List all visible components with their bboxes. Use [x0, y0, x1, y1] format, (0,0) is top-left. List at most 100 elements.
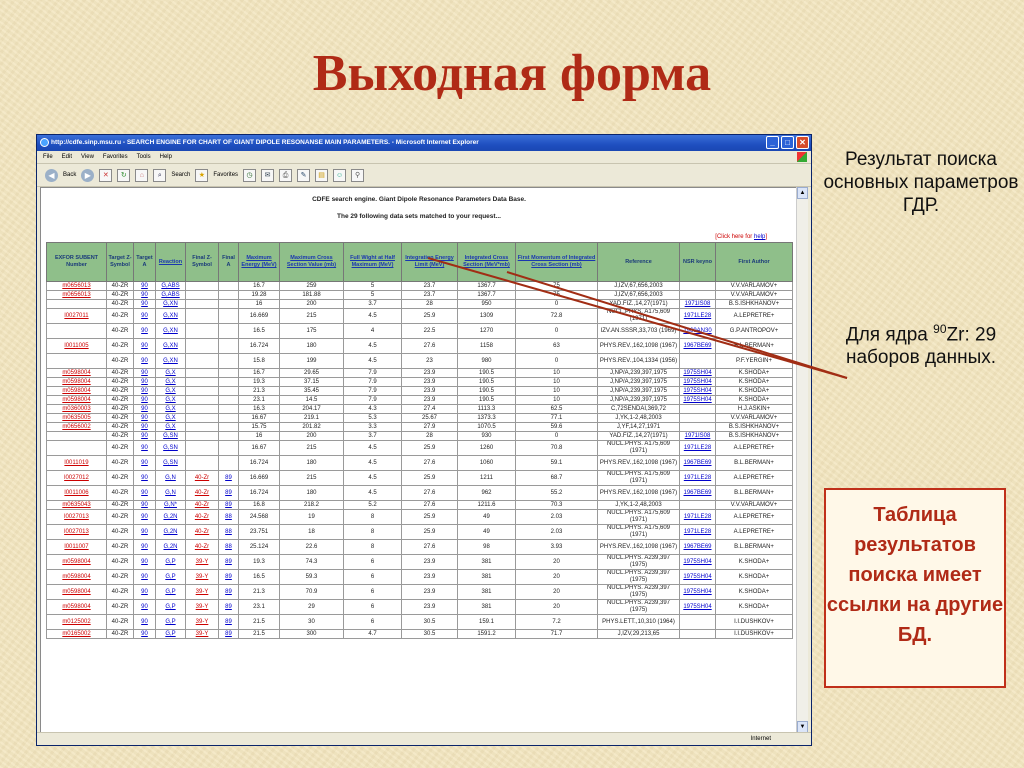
cell-link[interactable]: 90 — [141, 301, 148, 307]
search-icon[interactable]: ⌕ — [153, 168, 167, 182]
cell-link[interactable]: 1967BE69 — [683, 544, 711, 550]
cell-link[interactable]: G,SN — [163, 433, 178, 439]
maximize-button[interactable]: □ — [781, 136, 794, 149]
menu-file[interactable]: File — [43, 151, 53, 163]
cell-link[interactable]: 90 — [141, 475, 148, 481]
cell-link[interactable]: 40-Zr — [195, 475, 209, 481]
cell-link[interactable]: l0011005 — [64, 343, 88, 349]
mail-icon[interactable]: ✉ — [261, 168, 275, 182]
cell-link[interactable]: G,X — [165, 424, 175, 430]
cell-link[interactable]: 90 — [141, 619, 148, 625]
cell-link[interactable]: 1975SH04 — [683, 388, 711, 394]
column-header[interactable]: Maximum Energy (MeV) — [238, 242, 280, 282]
cell-link[interactable]: 89 — [225, 631, 232, 637]
cell-link[interactable]: l0027012 — [64, 475, 89, 481]
cell-link[interactable]: 39-Y — [196, 631, 209, 637]
cell-link[interactable]: 90 — [141, 544, 148, 550]
cell-link[interactable]: G,2N — [163, 514, 177, 520]
close-button[interactable]: ✕ — [796, 136, 809, 149]
cell-link[interactable]: 1971LE28 — [684, 514, 711, 520]
cell-link[interactable]: G,XN — [163, 343, 178, 349]
cell-link[interactable]: 90 — [141, 406, 148, 412]
cell-link[interactable]: 88 — [225, 529, 232, 535]
cell-link[interactable]: m0598004 — [62, 604, 90, 610]
cell-link[interactable]: m0598004 — [62, 388, 90, 394]
cell-link[interactable]: m0656013 — [62, 283, 90, 289]
cell-link[interactable]: 40-Zr — [195, 502, 209, 508]
cell-link[interactable]: 1967BE69 — [683, 460, 711, 466]
cell-link[interactable]: 90 — [141, 415, 148, 421]
home-icon[interactable]: ⌂ — [135, 168, 149, 182]
folder-icon[interactable]: ▤ — [315, 168, 329, 182]
cell-link[interactable]: 39-Y — [196, 559, 209, 565]
cell-link[interactable]: 90 — [141, 514, 148, 520]
research-icon[interactable]: ⚲ — [351, 168, 365, 182]
cell-link[interactable]: 90 — [141, 379, 148, 385]
cell-link[interactable]: 90 — [141, 445, 148, 451]
cell-link[interactable]: 1975SH04 — [683, 589, 711, 595]
cell-link[interactable]: l0027011 — [64, 313, 88, 319]
cell-link[interactable]: 1971LE28 — [684, 475, 711, 481]
cell-link[interactable]: G,N — [165, 490, 176, 496]
cell-link[interactable]: m0598004 — [62, 574, 90, 580]
cell-link[interactable]: m0598004 — [62, 559, 90, 565]
cell-link[interactable]: l0011007 — [64, 544, 88, 550]
column-header[interactable]: First Momentum of Integrated Cross Secti… — [515, 242, 598, 282]
cell-link[interactable]: G,N* — [164, 502, 177, 508]
cell-link[interactable]: 90 — [141, 631, 148, 637]
cell-link[interactable]: G,P — [165, 631, 175, 637]
cell-link[interactable]: G,ABS — [161, 292, 179, 298]
favorites-label[interactable]: Favorites — [213, 172, 238, 178]
cell-link[interactable]: 90 — [141, 313, 148, 319]
cell-link[interactable]: G,XN — [163, 313, 178, 319]
column-header[interactable]: Full Wight at Half Maximum (MeV) — [343, 242, 402, 282]
cell-link[interactable]: 90 — [141, 397, 148, 403]
cell-link[interactable]: 89 — [225, 574, 232, 580]
cell-link[interactable]: 88 — [225, 544, 232, 550]
print-icon[interactable]: ⎙ — [279, 168, 293, 182]
cell-link[interactable]: 89 — [225, 604, 232, 610]
cell-link[interactable]: 1967BE69 — [683, 343, 711, 349]
cell-link[interactable]: 89 — [225, 502, 232, 508]
cell-link[interactable]: 90 — [141, 283, 148, 289]
cell-link[interactable]: l0027013 — [64, 529, 89, 535]
cell-link[interactable]: 90 — [141, 574, 148, 580]
cell-link[interactable]: 39-Y — [196, 589, 209, 595]
cell-link[interactable]: G,2N — [163, 529, 177, 535]
cell-link[interactable]: 90 — [141, 502, 148, 508]
cell-link[interactable]: 1971IS08 — [685, 301, 711, 307]
scroll-up-icon[interactable]: ▲ — [797, 187, 808, 199]
cell-link[interactable]: 1969AN30 — [683, 328, 711, 334]
cell-link[interactable]: G,X — [165, 415, 175, 421]
cell-link[interactable]: G,XN — [163, 301, 178, 307]
cell-link[interactable]: 1975SH04 — [683, 379, 711, 385]
cell-link[interactable]: m0360003 — [62, 406, 90, 412]
cell-link[interactable]: 39-Y — [196, 574, 209, 580]
cell-link[interactable]: l0011006 — [64, 490, 88, 496]
cell-link[interactable]: 39-Y — [196, 619, 209, 625]
cell-link[interactable]: 1971IS08 — [685, 433, 711, 439]
cell-link[interactable]: m0598004 — [62, 397, 90, 403]
cell-link[interactable]: G,X — [165, 370, 175, 376]
cell-link[interactable]: 90 — [141, 433, 148, 439]
column-header[interactable]: Integrated Cross Section (MeV*mb) — [457, 242, 516, 282]
cell-link[interactable]: G,P — [165, 574, 175, 580]
cell-link[interactable]: m0125002 — [62, 619, 90, 625]
messenger-icon[interactable]: ☺ — [333, 168, 347, 182]
cell-link[interactable]: 90 — [141, 460, 148, 466]
cell-link[interactable]: m0635043 — [62, 502, 90, 508]
back-arrow-icon[interactable]: ◀ — [45, 168, 58, 182]
cell-link[interactable]: G,X — [165, 388, 175, 394]
cell-link[interactable]: 1971LE28 — [684, 529, 711, 535]
column-header[interactable]: Integration Energy Limit (MeV) — [401, 242, 458, 282]
cell-link[interactable]: G,ABS — [161, 283, 179, 289]
cell-link[interactable]: 89 — [225, 475, 232, 481]
menu-tools[interactable]: Tools — [137, 151, 151, 163]
cell-link[interactable]: 90 — [141, 370, 148, 376]
cell-link[interactable]: m0656013 — [62, 292, 90, 298]
search-label[interactable]: Search — [171, 172, 190, 178]
edit-icon[interactable]: ✎ — [297, 168, 311, 182]
cell-link[interactable]: 89 — [225, 490, 232, 496]
cell-link[interactable]: G,P — [165, 559, 175, 565]
forward-arrow-icon[interactable]: ▶ — [81, 168, 95, 182]
